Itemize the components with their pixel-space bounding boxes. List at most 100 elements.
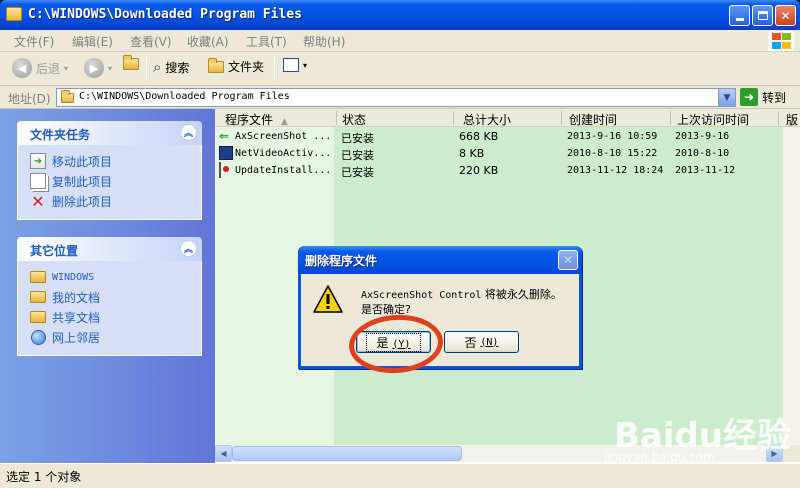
dialog-titlebar: 删除程序文件 ✕ [298,246,582,274]
place-my-documents-label: 我的文档 [52,290,101,305]
views-icon [283,58,299,72]
column-header-name[interactable]: 程序文件 ▲ [225,111,288,128]
forward-button[interactable]: ▶ ▾ [84,58,112,78]
column-header-size[interactable]: 总计大小 [463,111,511,128]
place-my-documents[interactable]: 我的文档 [30,287,191,307]
yes-label: 是 [376,335,389,350]
file-status: 已安装 [341,132,374,145]
task-move[interactable]: ➔ 移动此项目 [30,151,191,171]
yes-button[interactable]: 是 (Y) [356,331,431,353]
table-row[interactable]: NetVideoActiv... 已安装 8 KB 2010-8-10 15:2… [215,145,800,162]
installer-icon [219,162,221,178]
status-text: 选定 1 个对象 [6,470,82,484]
no-accelerator: (N) [480,336,499,348]
close-icon: ✕ [780,8,791,23]
back-arrow-icon: ◀ [12,58,32,78]
place-network-label: 网上邻居 [52,330,101,345]
dialog-message-action: 将被永久删除。 [481,288,562,301]
menu-tools[interactable]: 工具(T) [246,33,287,50]
task-pane: 文件夹任务 ︽ ➔ 移动此项目 复制此项目 ✕ 删除此项目 其它位置 ︽ WIN… [0,109,215,463]
other-places-body: WINDOWS 我的文档 共享文档 网上邻居 [17,261,202,356]
move-icon: ➔ [30,153,46,169]
menu-edit[interactable]: 编辑(E) [72,33,113,50]
search-button[interactable]: ⌕ 搜索 [153,58,189,76]
column-header-status[interactable]: 状态 [342,111,366,128]
column-divider[interactable] [453,111,454,125]
go-arrow-icon: ➔ [740,88,758,106]
table-row[interactable]: UpdateInstall... 已安装 220 KB 2013-11-12 1… [215,162,800,179]
dialog-message: AxScreenShot Control 将被永久删除。 是否确定? [361,288,562,317]
folders-label: 文件夹 [228,60,265,74]
file-accessed: 2013-11-12 [675,165,736,176]
menu-view[interactable]: 查看(V) [130,33,172,50]
column-divider[interactable] [336,111,337,125]
menu-file[interactable]: 文件(F) [14,33,54,50]
other-places-title: 其它位置 [30,244,79,258]
maximize-button[interactable] [752,5,773,26]
up-folder-button[interactable] [123,55,139,70]
folder-icon [30,291,46,303]
views-button[interactable]: ▾ [283,58,307,72]
warning-icon [313,285,343,313]
collapse-icon[interactable]: ︽ [180,124,197,141]
column-header-created[interactable]: 创建时间 [569,111,617,128]
file-size: 668 KB [459,130,499,143]
go-button[interactable]: ➔ 转到 [740,88,786,106]
up-folder-icon [123,55,139,70]
folders-button[interactable]: 文件夹 [208,57,265,75]
no-button[interactable]: 否 (N) [444,331,519,353]
collapse-icon[interactable]: ︽ [180,240,197,257]
scroll-right-icon[interactable]: ▶ [766,445,783,462]
place-network[interactable]: 网上邻居 [30,327,191,347]
go-label: 转到 [762,90,787,105]
vertical-scrollbar[interactable] [783,127,800,445]
file-size: 8 KB [459,147,485,160]
dialog-message-object: AxScreenShot Control [361,290,482,301]
place-shared-documents[interactable]: 共享文档 [30,307,191,327]
search-icon: ⌕ [153,58,162,76]
list-header: 程序文件 ▲ 状态 总计大小 创建时间 上次访问时间 版 [215,109,800,127]
column-header-version[interactable]: 版 [786,111,798,128]
table-row[interactable]: ⇐ AxScreenShot ... 已安装 668 KB 2013-9-16 … [215,128,800,145]
window-title: C:\WINDOWS\Downloaded Program Files [28,7,302,22]
menu-favorites[interactable]: 收藏(A) [187,33,229,50]
back-button[interactable]: ◀ 后退 ▾ [12,58,68,78]
file-size: 220 KB [459,164,499,177]
task-copy-label: 复制此项目 [52,174,113,189]
task-delete[interactable]: ✕ 删除此项目 [30,191,191,211]
file-status: 已安装 [341,149,374,162]
sort-ascending-icon: ▲ [281,117,288,127]
folder-tasks-header[interactable]: 文件夹任务 ︽ [17,121,202,145]
status-bar: 选定 1 个对象 [0,463,800,488]
column-divider[interactable] [670,111,671,125]
confirm-delete-dialog: 删除程序文件 ✕ AxScreenShot Control 将被永久删除。 是否… [298,246,582,369]
column-header-accessed[interactable]: 上次访问时间 [677,111,749,128]
dialog-close-button[interactable]: ✕ [558,250,578,270]
back-label: 后退 [36,61,61,76]
toolbar-separator [146,57,147,81]
horizontal-scrollbar[interactable]: ◀ ▶ [215,445,783,462]
copy-icon [30,173,46,189]
address-bar: 地址(D) C:\WINDOWS\Downloaded Program File… [0,86,800,109]
no-label: 否 [464,335,477,350]
file-status: 已安装 [341,166,374,179]
minimize-button[interactable] [729,5,750,26]
file-created: 2013-9-16 10:59 [567,131,658,142]
address-input[interactable]: C:\WINDOWS\Downloaded Program Files ▼ [56,88,736,107]
back-dropdown-icon: ▾ [64,63,69,73]
scrollbar-thumb[interactable] [232,446,462,461]
place-shared-documents-label: 共享文档 [52,310,101,325]
task-copy[interactable]: 复制此项目 [30,171,191,191]
views-dropdown-icon: ▾ [303,60,308,70]
close-button[interactable]: ✕ [775,5,796,26]
forward-arrow-icon: ▶ [84,58,104,78]
column-divider[interactable] [561,111,562,125]
scroll-left-icon[interactable]: ◀ [215,445,232,462]
column-divider[interactable] [778,111,779,125]
dialog-title: 删除程序文件 [305,254,378,268]
place-windows[interactable]: WINDOWS [30,267,191,287]
other-places-header[interactable]: 其它位置 ︽ [17,237,202,261]
yes-accelerator: (Y) [392,338,411,350]
address-dropdown-icon[interactable]: ▼ [718,89,735,106]
menu-help[interactable]: 帮助(H) [303,33,345,50]
